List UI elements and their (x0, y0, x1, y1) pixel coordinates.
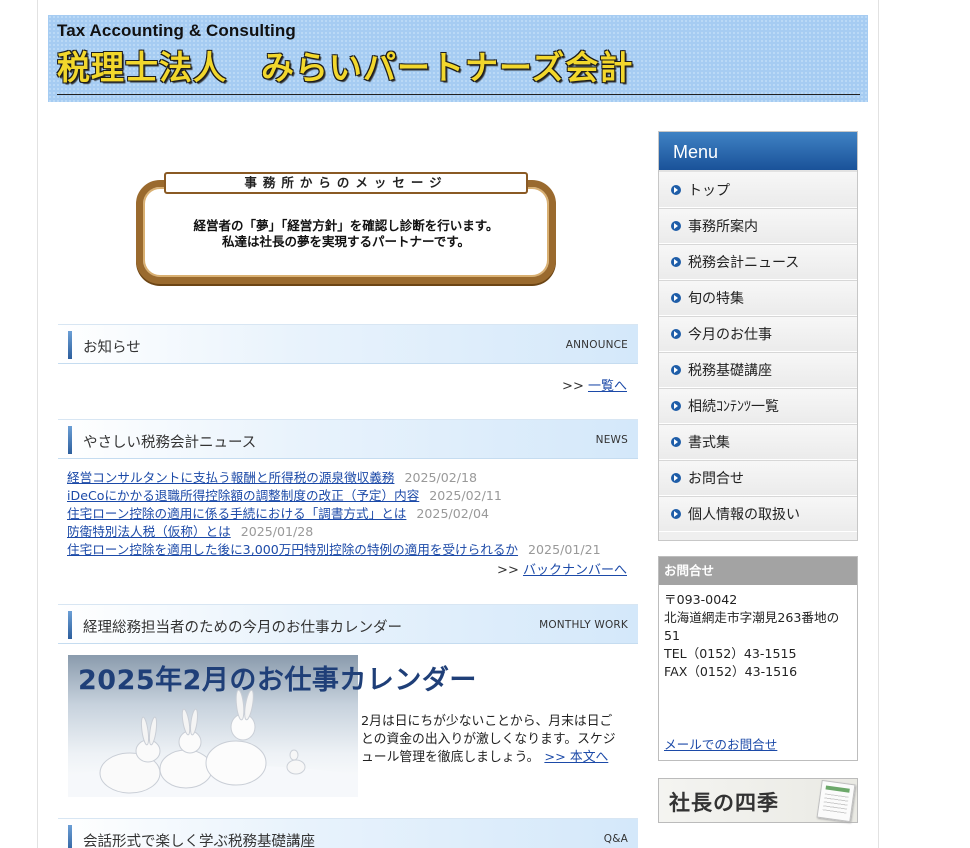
section-accent-bar (68, 611, 72, 639)
menu-item-feature[interactable]: 旬の特集 (659, 280, 857, 316)
booklet-icon (816, 779, 856, 823)
header-firm-name: 税理士法人 みらいパートナーズ会計 (57, 48, 634, 87)
news-item-link[interactable]: iDeCoにかかる退職所得控除額の調整制度の改正（予定）内容 (67, 488, 419, 503)
news-item-date: 2025/01/21 (528, 542, 601, 557)
news-item: 住宅ローン控除の適用に係る手続における「調書方式」とは 2025/02/04 (67, 505, 632, 523)
news-item-link[interactable]: 防衛特別法人税（仮称）とは (67, 524, 231, 539)
menu-item-contact[interactable]: お問合せ (659, 460, 857, 496)
header-english-title: Tax Accounting & Consulting (57, 21, 296, 40)
menu-item-label: 旬の特集 (688, 291, 744, 307)
menu-item-label: 今月のお仕事 (688, 327, 772, 343)
contact-details: 〒093-0042 北海道網走市字潮見263番地の51 TEL（0152）43-… (659, 585, 857, 687)
contact-postal: 〒093-0042 (664, 592, 738, 607)
announce-more: >> 一覧へ (562, 375, 627, 394)
message-ribbon: 事務所からのメッセージ (164, 172, 528, 194)
news-item-date: 2025/02/18 (404, 470, 478, 485)
news-tag: NEWS (595, 434, 628, 446)
arrow-circle-icon (671, 401, 681, 411)
contact-mail-link[interactable]: メールでのお問合せ (664, 734, 777, 753)
menu-item-tax-news[interactable]: 税務会計ニュース (659, 244, 857, 280)
news-more-prefix: >> (497, 563, 519, 578)
menu-item-label: 書式集 (688, 435, 730, 451)
calendar-summary: 2月は日にちが少ないことから、月末は日ごとの資金の出入りが激しくなります。スケジ… (361, 713, 621, 767)
menu-item-label: 相続ｺﾝﾃﾝﾂ一覧 (688, 399, 779, 415)
menu-item-office-info[interactable]: 事務所案内 (659, 208, 857, 244)
arrow-circle-icon (671, 509, 681, 519)
arrow-circle-icon (671, 293, 681, 303)
announce-tag: ANNOUNCE (565, 339, 628, 351)
ceo-seasons-banner[interactable]: 社長の四季 (658, 778, 858, 823)
menu-item-monthly-work[interactable]: 今月のお仕事 (659, 316, 857, 352)
menu-item-label: 税務基礎講座 (688, 363, 772, 379)
arrow-circle-icon (671, 329, 681, 339)
qa-tag: Q&A (603, 833, 628, 845)
arrow-circle-icon (671, 437, 681, 447)
news-item-link[interactable]: 経営コンサルタントに支払う報酬と所得税の源泉徴収義務 (67, 470, 394, 485)
announce-list-link[interactable]: 一覧へ (588, 379, 627, 394)
monthly-section-header: 経理総務担当者のための今月のお仕事カレンダー MONTHLY WORK (58, 604, 638, 644)
menu-item-label: 税務会計ニュース (688, 255, 800, 271)
news-item-date: 2025/01/28 (240, 524, 314, 539)
section-accent-bar (68, 426, 72, 454)
header-rule (57, 94, 860, 95)
monthly-title: 経理総務担当者のための今月のお仕事カレンダー (83, 620, 402, 636)
arrow-circle-icon (671, 221, 681, 231)
arrow-circle-icon (671, 473, 681, 483)
season-banner-label: 社長の四季 (669, 790, 779, 815)
contact-title: お問合せ (659, 557, 857, 585)
menu-item-forms[interactable]: 書式集 (659, 424, 857, 460)
menu-item-label: お問合せ (688, 471, 744, 487)
news-item: iDeCoにかかる退職所得控除額の調整制度の改正（予定）内容 2025/02/11 (67, 487, 632, 505)
news-backnumber-link[interactable]: バックナンバーへ (523, 563, 627, 578)
menu-item-inheritance[interactable]: 相続ｺﾝﾃﾝﾂ一覧 (659, 388, 857, 424)
news-item-link[interactable]: 住宅ローン控除を適用した後に3,000万円特別控除の特例の適用を受けられるか (67, 542, 518, 557)
contact-box: お問合せ 〒093-0042 北海道網走市字潮見263番地の51 TEL（015… (658, 556, 858, 761)
calendar-read-more-link[interactable]: >> 本文へ (544, 750, 608, 765)
menu-item-tax-basics[interactable]: 税務基礎講座 (659, 352, 857, 388)
monthly-tag: MONTHLY WORK (539, 619, 628, 631)
contact-address: 北海道網走市字潮見263番地の51 (664, 610, 840, 643)
news-item: 防衛特別法人税（仮称）とは 2025/01/28 (67, 523, 632, 541)
announce-more-prefix: >> (562, 379, 584, 394)
menu-item-label: トップ (688, 182, 730, 199)
calendar-image-title: 2025年2月のお仕事カレンダー (78, 665, 477, 696)
sidebar-menu: Menu トップ 事務所案内 税務会計ニュース 旬の特集 今月のお仕事 税務基礎… (658, 131, 858, 541)
announce-title: お知らせ (83, 340, 141, 356)
news-section-header: やさしい税務会計ニュース NEWS (58, 419, 638, 459)
contact-tel: TEL（0152）43-1515 (664, 646, 797, 661)
contact-fax: FAX（0152）43-1516 (664, 664, 798, 679)
message-line-2: 私達は社長の夢を実現するパートナーです。 (221, 234, 470, 249)
section-accent-bar (68, 825, 72, 848)
message-line-1: 経営者の「夢」「経営方針」を確認し診断を行います。 (193, 218, 499, 233)
news-item-link[interactable]: 住宅ローン控除の適用に係る手続における「調書方式」とは (67, 506, 406, 521)
news-item-date: 2025/02/11 (429, 488, 502, 503)
menu-item-top[interactable]: トップ (659, 172, 857, 208)
menu-title: Menu (659, 132, 857, 172)
news-title: やさしい税務会計ニュース (83, 435, 257, 451)
news-item: 住宅ローン控除を適用した後に3,000万円特別控除の特例の適用を受けられるか 20… (67, 541, 632, 559)
section-accent-bar (68, 331, 72, 359)
qa-section-header: 会話形式で楽しく学ぶ税務基礎講座 Q&A (58, 818, 638, 848)
menu-item-label: 事務所案内 (688, 219, 758, 235)
site-header-banner[interactable]: Tax Accounting & Consulting 税理士法人 みらいパート… (48, 15, 868, 102)
office-message-board: 事務所からのメッセージ 経営者の「夢」「経営方針」を確認し診断を行います。 私達… (136, 170, 556, 286)
menu-item-label: 個人情報の取扱い (688, 507, 800, 523)
arrow-circle-icon (671, 365, 681, 375)
menu-item-privacy[interactable]: 個人情報の取扱い (659, 496, 857, 532)
news-list: 経営コンサルタントに支払う報酬と所得税の源泉徴収義務 2025/02/18 iDe… (67, 469, 632, 559)
news-item: 経営コンサルタントに支払う報酬と所得税の源泉徴収義務 2025/02/18 (67, 469, 632, 487)
arrow-circle-icon (671, 184, 681, 195)
menu-list: トップ 事務所案内 税務会計ニュース 旬の特集 今月のお仕事 税務基礎講座 相続… (659, 172, 857, 532)
message-text: 経営者の「夢」「経営方針」を確認し診断を行います。 私達は社長の夢を実現するパー… (136, 218, 556, 250)
qa-title: 会話形式で楽しく学ぶ税務基礎講座 (83, 834, 315, 848)
arrow-circle-icon (671, 257, 681, 267)
news-more: >> バックナンバーへ (497, 559, 627, 578)
announce-section-header: お知らせ ANNOUNCE (58, 324, 638, 364)
news-item-date: 2025/02/04 (416, 506, 489, 521)
